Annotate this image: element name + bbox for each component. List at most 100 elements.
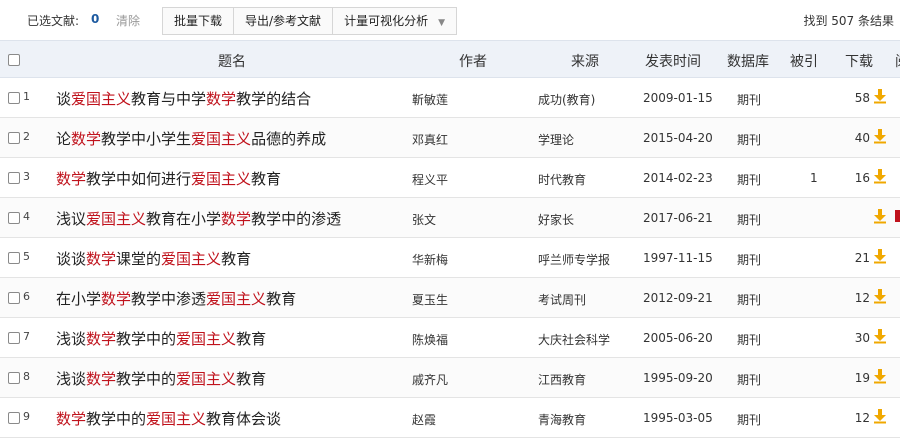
results-table-body: 1 谈爱国主义教育与中学数学教学的结合 靳敏莲 成功(教育) 2009-01-15 期刊 5… bbox=[0, 78, 900, 438]
source-link[interactable]: 大庆社会科学 bbox=[538, 331, 610, 348]
title-text: 教育与中学 bbox=[131, 90, 207, 108]
download-count: 16 bbox=[854, 171, 870, 185]
result-count: 找到 507 条结果 bbox=[803, 14, 894, 28]
article-title-link[interactable]: 谈爱国主义教育与中学数学教学的结合 bbox=[56, 88, 311, 109]
source-link[interactable]: 青海教育 bbox=[538, 411, 586, 428]
author-link[interactable]: 邓真红 bbox=[412, 131, 448, 148]
title-text: 教育 bbox=[251, 170, 282, 188]
article-title-link[interactable]: 浅议爱国主义教育在小学数学教学中的渗透 bbox=[56, 208, 341, 229]
download-arrow-icon[interactable] bbox=[873, 128, 887, 144]
header-title[interactable]: 题名 bbox=[218, 51, 246, 71]
download-arrow-icon[interactable] bbox=[873, 168, 887, 184]
table-row: 1 谈爱国主义教育与中学数学教学的结合 靳敏莲 成功(教育) 2009-01-15 期刊 5… bbox=[0, 78, 900, 118]
article-title-link[interactable]: 数学教学中如何进行爱国主义教育 bbox=[56, 168, 281, 189]
download-arrow-icon[interactable] bbox=[873, 408, 887, 424]
row-checkbox[interactable] bbox=[8, 172, 20, 184]
selected-count[interactable]: 0 bbox=[91, 12, 99, 26]
table-row: 8 浅谈数学教学中的爱国主义教育 戚齐凡 江西教育 1995-09-20 期刊 19 bbox=[0, 358, 900, 398]
header-cited[interactable]: 被引 bbox=[790, 51, 818, 71]
source-link[interactable]: 江西教育 bbox=[538, 371, 586, 388]
download-count: 58 bbox=[854, 91, 870, 105]
download-count: 40 bbox=[854, 131, 870, 145]
row-checkbox[interactable] bbox=[8, 292, 20, 304]
author-link[interactable]: 夏玉生 bbox=[412, 291, 448, 308]
title-text: 浅谈 bbox=[56, 370, 87, 388]
row-index: 1 bbox=[23, 90, 30, 103]
title-text: 教育 bbox=[236, 370, 267, 388]
author-link[interactable]: 华新梅 bbox=[412, 251, 448, 268]
download-arrow-icon[interactable] bbox=[873, 288, 887, 304]
title-keyword-highlight: 爱国主义 bbox=[176, 370, 237, 388]
title-keyword-highlight: 爱国主义 bbox=[146, 410, 207, 428]
article-title-link[interactable]: 数学教学中的爱国主义教育体会谈 bbox=[56, 408, 281, 429]
select-all-checkbox[interactable] bbox=[8, 54, 20, 66]
row-checkbox[interactable] bbox=[8, 92, 20, 104]
row-checkbox[interactable] bbox=[8, 252, 20, 264]
header-extra[interactable]: 阅 bbox=[895, 51, 900, 71]
header-date[interactable]: 发表时间 bbox=[645, 51, 701, 71]
row-checkbox[interactable] bbox=[8, 412, 20, 424]
row-checkbox[interactable] bbox=[8, 132, 20, 144]
selected-label: 已选文献: bbox=[27, 14, 80, 28]
author-link[interactable]: 靳敏莲 bbox=[412, 91, 448, 108]
row-index: 2 bbox=[23, 130, 30, 143]
source-link[interactable]: 考试周刊 bbox=[538, 291, 586, 308]
read-online-icon[interactable] bbox=[895, 210, 900, 222]
batch-download-button[interactable]: 批量下载 bbox=[163, 8, 235, 34]
database-type: 期刊 bbox=[737, 93, 762, 107]
article-title-link[interactable]: 浅谈数学教学中的爱国主义教育 bbox=[56, 368, 266, 389]
source-link[interactable]: 学理论 bbox=[538, 131, 574, 148]
title-keyword-highlight: 数学 bbox=[86, 250, 117, 268]
source-link[interactable]: 好家长 bbox=[538, 211, 574, 228]
cited-count[interactable]: 1 bbox=[810, 171, 818, 185]
title-text: 谈谈 bbox=[56, 250, 87, 268]
database-type: 期刊 bbox=[737, 333, 762, 347]
download-arrow-icon[interactable] bbox=[873, 88, 887, 104]
title-keyword-highlight: 爱国主义 bbox=[86, 210, 147, 228]
title-keyword-highlight: 数学 bbox=[221, 210, 252, 228]
article-title-link[interactable]: 谈谈数学课堂的爱国主义教育 bbox=[56, 248, 251, 269]
title-text: 教学中渗透 bbox=[131, 290, 207, 308]
row-checkbox[interactable] bbox=[8, 332, 20, 344]
header-author[interactable]: 作者 bbox=[459, 51, 487, 71]
title-keyword-highlight: 数学 bbox=[101, 290, 132, 308]
clear-button[interactable]: 清除 bbox=[116, 12, 140, 29]
title-text: 教学中如何进行 bbox=[86, 170, 192, 188]
header-download[interactable]: 下载 bbox=[845, 51, 873, 71]
row-index: 5 bbox=[23, 250, 30, 263]
author-link[interactable]: 陈焕福 bbox=[412, 331, 448, 348]
article-title-link[interactable]: 在小学数学教学中渗透爱国主义教育 bbox=[56, 288, 296, 309]
header-source[interactable]: 来源 bbox=[571, 51, 599, 71]
author-link[interactable]: 戚齐凡 bbox=[412, 371, 448, 388]
source-link[interactable]: 时代教育 bbox=[538, 171, 586, 188]
download-arrow-icon[interactable] bbox=[873, 208, 887, 224]
title-text: 教学中小学生 bbox=[101, 130, 192, 148]
title-text: 教育在小学 bbox=[146, 210, 222, 228]
source-link[interactable]: 成功(教育) bbox=[538, 91, 595, 108]
publish-date: 2015-04-20 bbox=[643, 131, 713, 145]
header-database[interactable]: 数据库 bbox=[727, 51, 769, 71]
visual-analysis-label: 计量可视化分析 bbox=[344, 14, 429, 28]
row-checkbox[interactable] bbox=[8, 372, 20, 384]
database-type: 期刊 bbox=[737, 373, 762, 387]
article-title-link[interactable]: 论数学教学中小学生爱国主义品德的养成 bbox=[56, 128, 326, 149]
title-text: 教学中的 bbox=[116, 370, 177, 388]
download-count: 30 bbox=[854, 331, 870, 345]
title-text: 教育 bbox=[236, 330, 267, 348]
download-arrow-icon[interactable] bbox=[873, 248, 887, 264]
row-index: 6 bbox=[23, 290, 30, 303]
author-link[interactable]: 张文 bbox=[412, 211, 436, 228]
row-checkbox[interactable] bbox=[8, 212, 20, 224]
article-title-link[interactable]: 浅谈数学教学中的爱国主义教育 bbox=[56, 328, 266, 349]
table-row: 9 数学教学中的爱国主义教育体会谈 赵霞 青海教育 1995-03-05 期刊 12 bbox=[0, 398, 900, 438]
author-link[interactable]: 程义平 bbox=[412, 171, 448, 188]
source-link[interactable]: 呼兰师专学报 bbox=[538, 251, 610, 268]
download-arrow-icon[interactable] bbox=[873, 328, 887, 344]
download-arrow-icon[interactable] bbox=[873, 368, 887, 384]
visual-analysis-dropdown[interactable]: 计量可视化分析 ▼ bbox=[333, 8, 456, 34]
export-references-button[interactable]: 导出/参考文献 bbox=[234, 8, 334, 34]
title-keyword-highlight: 爱国主义 bbox=[176, 330, 237, 348]
author-link[interactable]: 赵霞 bbox=[412, 411, 436, 428]
title-text: 教育 bbox=[221, 250, 252, 268]
title-text: 课堂的 bbox=[116, 250, 162, 268]
